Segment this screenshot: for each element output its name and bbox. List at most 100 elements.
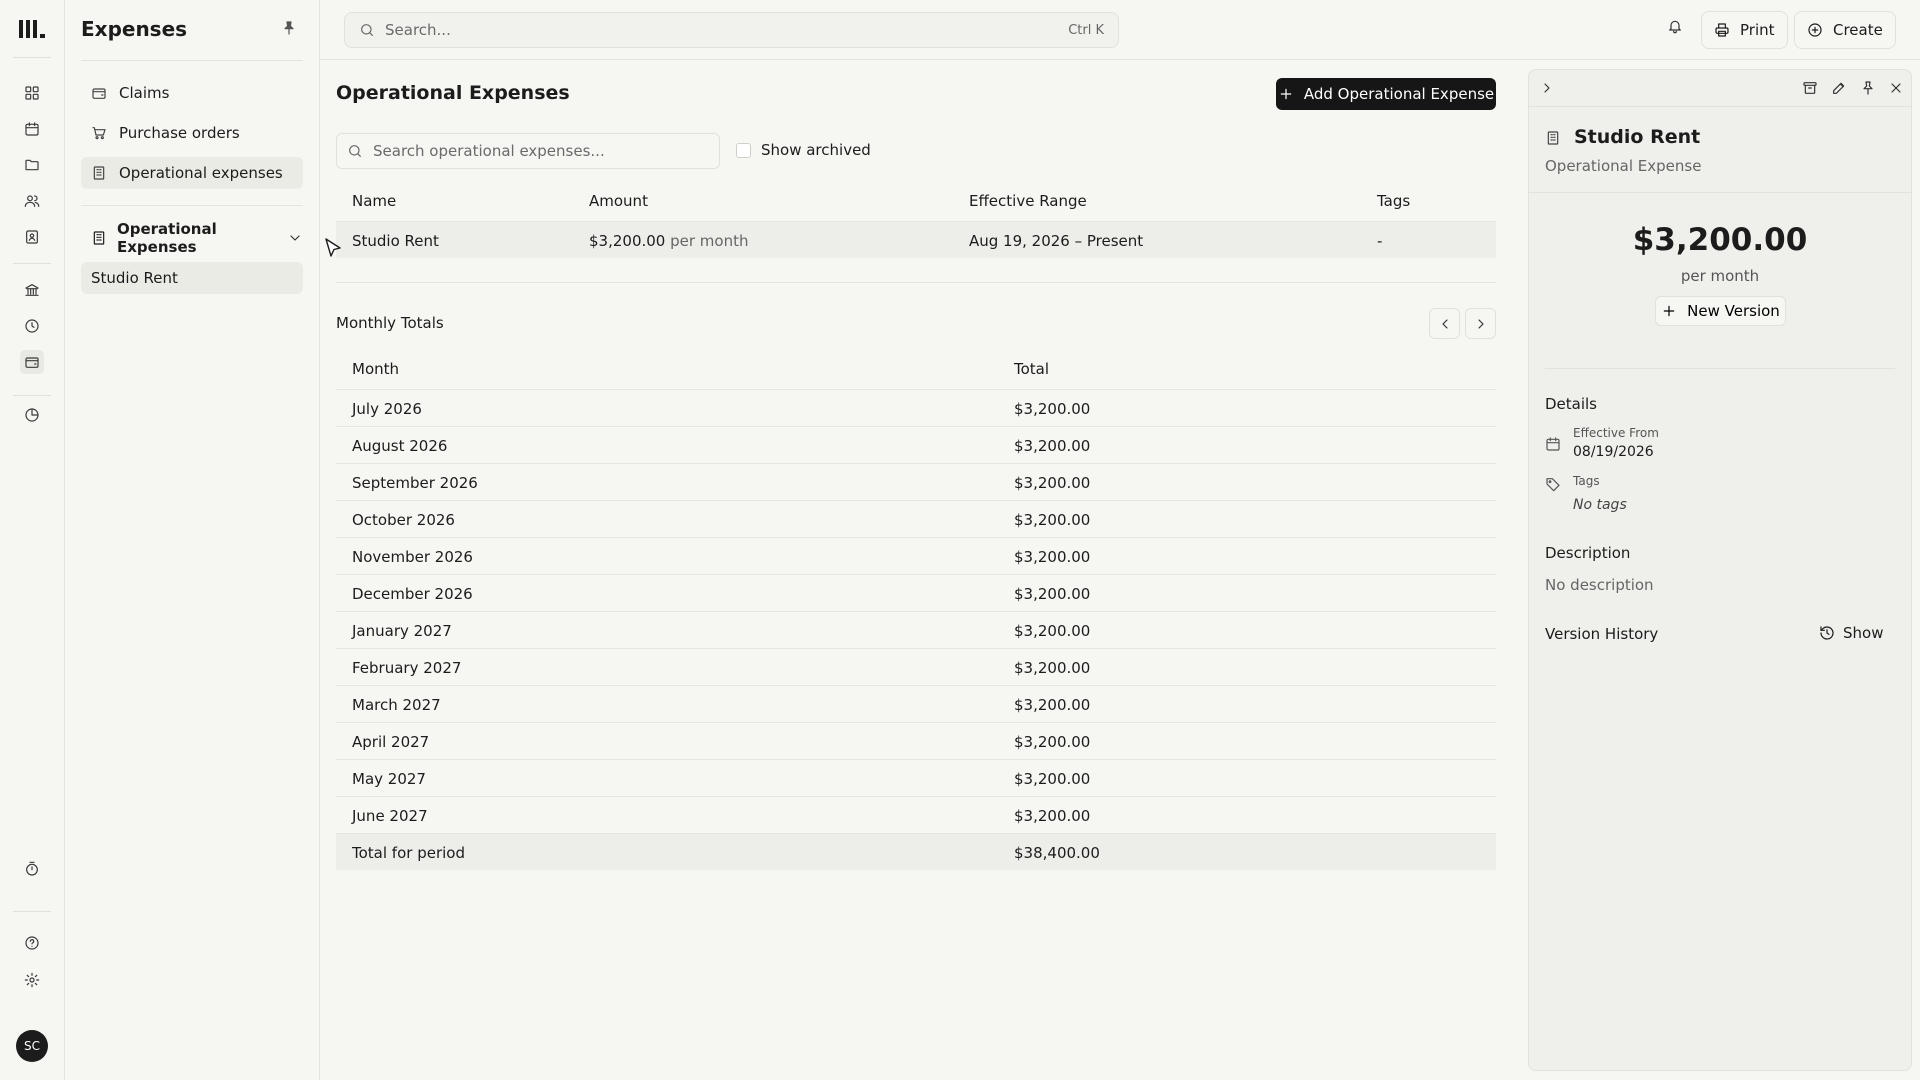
pin-icon[interactable] [1860, 80, 1876, 96]
page-title: Operational Expenses [336, 82, 570, 104]
total-cell: $3,200.00 [1014, 806, 1091, 825]
table-row: August 2026 $3,200.00 [336, 426, 1496, 463]
table-row: September 2026 $3,200.00 [336, 463, 1496, 500]
bank-icon[interactable] [20, 278, 44, 302]
column-header-effective-range[interactable]: Effective Range [969, 182, 1087, 219]
archive-icon[interactable] [1802, 80, 1818, 96]
mouse-cursor-icon [325, 238, 343, 260]
reports-pie-icon[interactable] [20, 403, 44, 427]
effective-from-value: 08/19/2026 [1573, 444, 1654, 460]
show-archived-checkbox[interactable] [736, 142, 751, 158]
description-heading: Description [1545, 544, 1631, 562]
main-content: Operational Expenses Add Operational Exp… [320, 61, 1520, 1080]
total-cell: $3,200.00 [1014, 473, 1091, 492]
next-period-button[interactable] [1465, 308, 1496, 339]
dashboard-icon[interactable] [20, 81, 44, 105]
month-cell: July 2026 [352, 399, 422, 418]
detail-panel: Studio Rent Operational Expense $3,200.0… [1528, 69, 1912, 1071]
month-cell: September 2026 [352, 473, 478, 492]
sidebar: Expenses Claims Purchase orders Operatio… [65, 0, 320, 1080]
show-label: Show [1843, 624, 1884, 642]
expenses-wallet-icon[interactable] [20, 350, 44, 374]
show-archived-toggle[interactable]: Show archived [736, 141, 871, 159]
edit-icon[interactable] [1831, 80, 1847, 96]
month-cell: August 2026 [352, 436, 448, 455]
total-cell: $3,200.00 [1014, 510, 1091, 529]
details-heading: Details [1545, 395, 1598, 413]
month-cell: November 2026 [352, 547, 473, 566]
effective-from-label: Effective From [1573, 426, 1659, 440]
sidebar-divider [81, 205, 303, 206]
month-cell: May 2027 [352, 769, 426, 788]
help-icon[interactable] [20, 931, 44, 955]
panel-divider [1529, 106, 1911, 107]
plus-circle-icon [1807, 22, 1823, 38]
sidebar-item-purchase-orders[interactable]: Purchase orders [81, 117, 303, 149]
rail-divider [13, 395, 51, 396]
bell-icon[interactable] [1667, 18, 1683, 34]
rail-divider [13, 911, 51, 912]
add-operational-expense-button[interactable]: Add Operational Expense [1276, 78, 1496, 110]
search-icon [359, 22, 375, 38]
close-icon[interactable] [1888, 80, 1904, 96]
monthly-totals-title: Monthly Totals [336, 314, 444, 332]
timer-icon[interactable] [20, 857, 44, 881]
monthly-table-header: Month Total [336, 350, 1496, 387]
global-search-input[interactable] [385, 21, 1059, 39]
new-version-button[interactable]: New Version [1655, 296, 1786, 326]
print-button[interactable]: Print [1701, 11, 1788, 49]
detail-subtitle: Operational Expense [1545, 157, 1702, 175]
sidebar-item-operational-expenses[interactable]: Operational expenses [81, 157, 303, 189]
operational-expense-search-input[interactable] [373, 142, 709, 160]
settings-gear-icon[interactable] [20, 968, 44, 992]
total-cell: $3,200.00 [1014, 695, 1091, 714]
operational-expense-search[interactable] [336, 133, 720, 169]
contact-book-icon[interactable] [20, 225, 44, 249]
create-button[interactable]: Create [1794, 11, 1896, 49]
users-icon[interactable] [20, 189, 44, 213]
pin-icon[interactable] [281, 20, 297, 36]
table-row: December 2026 $3,200.00 [336, 574, 1496, 611]
total-cell: $3,200.00 [1014, 399, 1091, 418]
sidebar-subitem-studio-rent[interactable]: Studio Rent [81, 262, 303, 294]
month-cell: February 2027 [352, 658, 462, 677]
month-cell: October 2026 [352, 510, 455, 529]
description-value: No description [1545, 576, 1654, 594]
total-cell: $3,200.00 [1014, 732, 1091, 751]
new-version-label: New Version [1687, 302, 1780, 320]
sidebar-group-operational-expenses[interactable]: Operational Expenses [81, 220, 303, 256]
previous-period-button[interactable] [1429, 308, 1460, 339]
search-icon [347, 143, 363, 159]
version-history-heading: Version History [1545, 625, 1659, 643]
table-row: March 2027 $3,200.00 [336, 685, 1496, 722]
app-rail: SC [0, 0, 65, 1080]
show-version-history-button[interactable]: Show [1819, 624, 1883, 642]
collapse-panel-icon[interactable] [1539, 80, 1555, 96]
building-icon [91, 230, 107, 246]
column-header-amount[interactable]: Amount [589, 182, 648, 219]
row-amount: $3,200.00 per month [589, 222, 749, 259]
column-header-name[interactable]: Name [352, 182, 396, 219]
sidebar-item-claims[interactable]: Claims [81, 77, 303, 109]
row-amount-period: per month [670, 231, 749, 250]
user-avatar[interactable]: SC [16, 1030, 48, 1062]
row-amount-value: $3,200.00 [589, 231, 666, 250]
total-value: $38,400.00 [1014, 843, 1100, 862]
total-cell: $3,200.00 [1014, 436, 1091, 455]
folder-icon[interactable] [20, 153, 44, 177]
table-row[interactable]: Studio Rent $3,200.00 per month Aug 19, … [336, 221, 1496, 258]
total-cell: $3,200.00 [1014, 621, 1091, 640]
sidebar-item-label: Operational expenses [119, 164, 283, 182]
calendar-icon[interactable] [20, 117, 44, 141]
plus-icon [1661, 303, 1677, 319]
month-cell: April 2027 [352, 732, 430, 751]
printer-icon [1714, 22, 1730, 38]
month-cell: June 2027 [352, 806, 428, 825]
top-bar: Ctrl K Print Create [320, 0, 1920, 60]
panel-divider [1529, 192, 1911, 193]
app-logo-icon[interactable] [19, 18, 49, 40]
clock-icon[interactable] [20, 314, 44, 338]
column-header-tags[interactable]: Tags [1377, 182, 1410, 219]
global-search[interactable]: Ctrl K [344, 12, 1119, 48]
total-cell: $3,200.00 [1014, 547, 1091, 566]
